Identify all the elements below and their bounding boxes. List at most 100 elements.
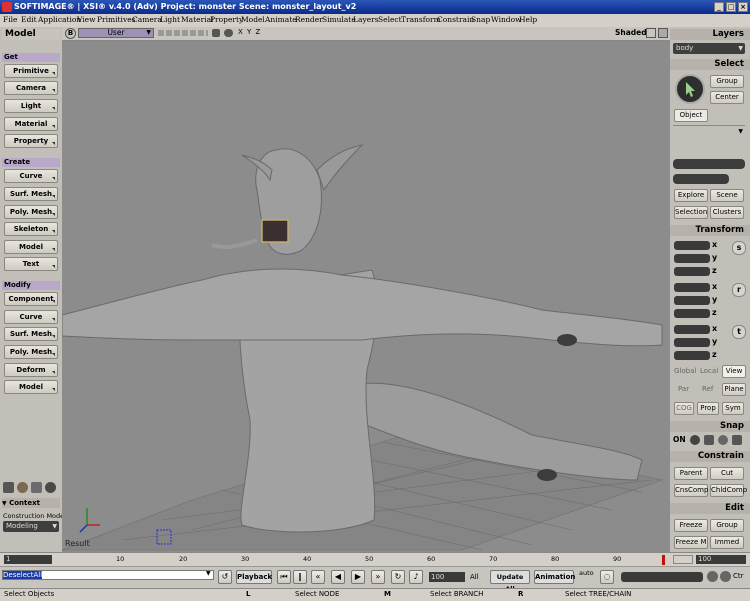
ref-global-button[interactable]: Global (674, 367, 696, 375)
clusters-button[interactable]: Clusters (710, 206, 744, 219)
modify-deform-button[interactable]: Deform (4, 363, 58, 377)
selection-field-2[interactable] (673, 174, 729, 184)
rotate-z-field[interactable] (674, 309, 710, 318)
ctr-button[interactable]: Ctr (733, 572, 744, 580)
menu-constrain[interactable]: Constrain (437, 15, 474, 24)
snap-grid-icon[interactable] (718, 435, 728, 445)
select-object-button[interactable]: Object (674, 109, 708, 122)
freeze-button[interactable]: Freeze (674, 519, 708, 532)
audio-icon[interactable]: ♪ (409, 570, 423, 584)
range-toggle-icon[interactable] (673, 555, 693, 564)
scale-icon[interactable]: s (732, 241, 746, 255)
menu-layers[interactable]: Layers (353, 15, 379, 24)
menu-render[interactable]: Render (295, 15, 323, 24)
create-skeleton-button[interactable]: Skeleton (4, 222, 58, 236)
render-icon[interactable] (17, 482, 28, 493)
snap-points-icon[interactable] (690, 435, 700, 445)
viewport-3d[interactable]: B User ▼ X Y Z Shaded Result (62, 27, 670, 552)
update-all-button[interactable]: Update All (490, 570, 530, 593)
key-prev-icon[interactable] (707, 571, 718, 582)
auto-key-toggle[interactable]: auto (579, 569, 594, 577)
menu-light[interactable]: Light (160, 15, 180, 24)
layer-select[interactable]: body ▼ (673, 43, 745, 54)
scale-x-field[interactable] (674, 241, 710, 250)
playhead[interactable] (662, 555, 665, 565)
snap-on-toggle[interactable]: ON (673, 435, 686, 444)
scene-button[interactable]: Scene (710, 189, 744, 202)
viewport-badge[interactable]: B (65, 28, 76, 39)
selection-button[interactable]: Selection (674, 206, 708, 219)
key-next-icon[interactable] (720, 571, 731, 582)
play-options-icon[interactable]: ↺ (218, 570, 232, 584)
cog-button[interactable]: COG (674, 402, 694, 415)
modify-model-button[interactable]: Model (4, 380, 58, 394)
create-text-button[interactable]: Text (4, 257, 58, 271)
translate-icon[interactable]: t (732, 325, 746, 339)
key-status-field[interactable] (621, 572, 703, 582)
all-button[interactable]: All (470, 573, 479, 581)
maximize-viewport-icon[interactable] (646, 28, 656, 38)
menu-primitives[interactable]: Primitives (97, 15, 135, 24)
filter-row[interactable]: ▼ (673, 125, 745, 138)
create-model-button[interactable]: Model (4, 240, 58, 254)
freeze-m-button[interactable]: Freeze M (674, 536, 708, 549)
menu-select[interactable]: Select (378, 15, 402, 24)
menu-property[interactable]: Property (210, 15, 243, 24)
rotate-x-field[interactable] (674, 283, 710, 292)
menu-application[interactable]: Application (38, 15, 81, 24)
snap-curve-icon[interactable] (704, 435, 714, 445)
construction-mode-select[interactable]: Modeling ▼ (3, 521, 59, 532)
tool-icon[interactable] (45, 482, 56, 493)
timeline-start-field[interactable]: 1 (4, 555, 52, 564)
go-start-icon[interactable]: ⏮ (277, 570, 291, 584)
prop-button[interactable]: Prop (697, 402, 719, 415)
close-button[interactable]: × (738, 2, 748, 12)
eye-icon[interactable] (224, 29, 233, 37)
menu-simulate[interactable]: Simulate (322, 15, 356, 24)
childcomp-button[interactable]: ChldComp (710, 484, 747, 497)
par-button[interactable]: Par (678, 385, 689, 393)
modify-poly-mesh-button[interactable]: Poly. Mesh (4, 345, 58, 359)
modify-component-button[interactable]: Component (4, 292, 58, 306)
prev-key-icon[interactable]: « (311, 570, 325, 584)
rotate-y-field[interactable] (674, 296, 710, 305)
explore-button[interactable]: Explore (674, 189, 708, 202)
menu-view[interactable]: View (77, 15, 96, 24)
get-material-button[interactable]: Material (4, 117, 58, 131)
frame-field[interactable]: 100 (429, 572, 465, 582)
minimize-button[interactable]: _ (714, 2, 724, 12)
play-icon[interactable]: ▶ (351, 570, 365, 584)
rotate-icon[interactable]: r (732, 283, 746, 297)
playback-button[interactable]: Playback (236, 570, 272, 584)
immed-button[interactable]: Immed (710, 536, 744, 549)
menu-window[interactable]: Window (491, 15, 522, 24)
menu-animate[interactable]: Animate (265, 15, 297, 24)
menu-transform[interactable]: Transform (401, 15, 441, 24)
camera-select[interactable]: User ▼ (78, 28, 154, 38)
menu-camera[interactable]: Camera (132, 15, 162, 24)
toolbar-title[interactable]: Model (2, 29, 60, 40)
command-line[interactable]: DeselectAll (2, 570, 214, 580)
cut-button[interactable]: Cut (710, 467, 744, 480)
create-surf-mesh-button[interactable]: Surf. Mesh (4, 187, 58, 201)
modify-surf-mesh-button[interactable]: Surf. Mesh (4, 327, 58, 341)
menu-material[interactable]: Material (181, 15, 213, 24)
get-camera-button[interactable]: Camera (4, 81, 58, 95)
scale-y-field[interactable] (674, 254, 710, 263)
scene-icon[interactable] (3, 482, 14, 493)
get-property-button[interactable]: Property (4, 134, 58, 148)
translate-z-field[interactable] (674, 351, 710, 360)
select-center-button[interactable]: Center (710, 91, 744, 104)
scale-z-field[interactable] (674, 267, 710, 276)
get-primitive-button[interactable]: Primitive (4, 64, 58, 78)
ref-button[interactable]: Ref (702, 385, 713, 393)
menu-help[interactable]: Help (519, 15, 537, 24)
select-arrow-icon[interactable] (675, 74, 705, 104)
ref-local-button[interactable]: Local (700, 367, 718, 375)
select-group-button[interactable]: Group (710, 75, 744, 88)
modify-curve-button[interactable]: Curve (4, 310, 58, 324)
pause-icon[interactable]: ‖ (293, 570, 307, 584)
menu-model[interactable]: Model (241, 15, 265, 24)
timeline[interactable]: 1 10 20 30 40 50 60 70 80 90 (0, 552, 670, 567)
create-curve-button[interactable]: Curve (4, 169, 58, 183)
